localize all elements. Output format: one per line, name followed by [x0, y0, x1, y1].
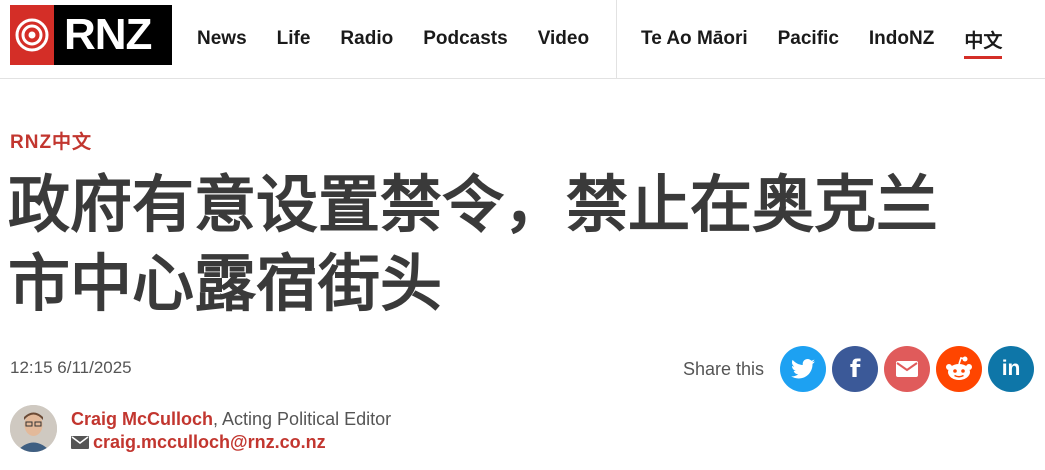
headline-line-1: 政府有意设置禁令，禁止在奥克兰 — [8, 168, 939, 241]
nav-video[interactable]: Video — [538, 28, 589, 50]
linkedin-icon: in — [1001, 357, 1021, 380]
rnz-logo[interactable]: RNZ — [10, 5, 172, 65]
nav-life[interactable]: Life — [277, 28, 311, 50]
headline-line-2: 市中心露宿街头 — [8, 247, 443, 320]
author-role: , Acting Political Editor — [213, 409, 392, 429]
author-avatar — [10, 405, 57, 452]
author-email-link[interactable]: craig.mcculloch@rnz.co.nz — [93, 432, 326, 453]
nav-radio[interactable]: Radio — [340, 28, 393, 50]
article-timestamp: 12:15 6/11/2025 — [10, 358, 132, 377]
author-email-line: craig.mcculloch@rnz.co.nz — [71, 432, 326, 453]
envelope-icon — [71, 436, 89, 449]
share-linkedin-button[interactable]: in — [988, 346, 1035, 392]
share-reddit-button[interactable] — [936, 346, 983, 392]
email-icon — [896, 361, 919, 377]
nav-te-ao-maori[interactable]: Te Ao Māori — [641, 28, 748, 50]
site-header: RNZ News Life Radio Podcasts Video Te Ao… — [0, 0, 1045, 79]
nav-indonz[interactable]: IndoNZ — [869, 28, 934, 50]
author-line: Craig McCulloch, Acting Political Editor — [71, 409, 391, 430]
rnz-radio-wave-icon — [10, 5, 54, 65]
article-headline: 政府有意设置禁令，禁止在奥克兰 市中心露宿街头 — [8, 165, 1038, 323]
twitter-icon — [791, 359, 816, 379]
share-email-button[interactable] — [884, 346, 931, 392]
nav-pacific[interactable]: Pacific — [778, 28, 839, 50]
reddit-icon — [946, 356, 973, 380]
author-name-link[interactable]: Craig McCulloch — [71, 409, 213, 429]
facebook-icon: f — [849, 355, 861, 383]
secondary-nav: Te Ao Māori Pacific IndoNZ 中文 — [641, 0, 1032, 78]
share-label: Share this — [683, 358, 765, 379]
share-facebook-button[interactable]: f — [832, 346, 879, 392]
nav-news[interactable]: News — [197, 28, 247, 50]
section-label[interactable]: RNZ中文 — [10, 127, 92, 154]
nav-divider — [616, 0, 617, 78]
nav-chinese[interactable]: 中文 — [964, 26, 1003, 59]
main-nav: News Life Radio Podcasts Video — [197, 0, 619, 78]
nav-podcasts[interactable]: Podcasts — [423, 28, 507, 50]
share-bar: Share this f in — [683, 346, 1035, 392]
share-twitter-button[interactable] — [780, 346, 827, 392]
author-byline: Craig McCulloch, Acting Political Editor… — [10, 405, 610, 455]
logo-wordmark: RNZ — [64, 10, 152, 59]
